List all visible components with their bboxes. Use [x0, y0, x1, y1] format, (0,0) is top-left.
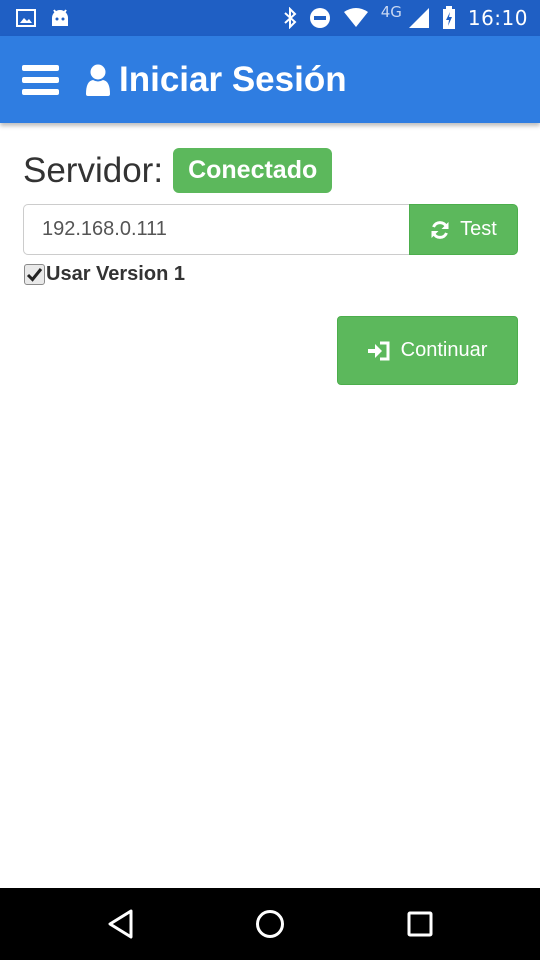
- bluetooth-icon: [283, 7, 297, 29]
- continue-button[interactable]: Continuar: [337, 316, 518, 385]
- server-label: Servidor:: [23, 150, 164, 190]
- user-icon: [85, 64, 111, 96]
- app-bar: Iniciar Sesión: [0, 36, 540, 123]
- page-title: Iniciar Sesión: [85, 60, 347, 100]
- test-button[interactable]: Test: [409, 204, 518, 255]
- wifi-icon: [343, 8, 369, 28]
- status-bar: 4G 16:10: [0, 0, 540, 36]
- home-icon[interactable]: [225, 888, 315, 960]
- battery-charging-icon: [442, 6, 456, 30]
- status-badge: Conectado: [173, 148, 333, 193]
- status-bar-right: 4G 16:10: [283, 3, 528, 30]
- checkmark-icon: [26, 268, 43, 282]
- status-bar-left: [16, 9, 70, 27]
- server-row: Servidor: Conectado: [23, 148, 333, 193]
- page-title-text: Iniciar Sesión: [119, 59, 347, 99]
- use-version-1-label[interactable]: Usar Version 1: [46, 263, 185, 286]
- cell-signal-icon: [408, 7, 430, 29]
- server-address-input[interactable]: [23, 204, 409, 255]
- network-type-label: 4G: [380, 3, 402, 21]
- navigation-bar: [0, 888, 540, 960]
- android-icon: [50, 9, 70, 27]
- server-input-group: Test: [23, 204, 518, 255]
- continue-button-label: Continuar: [400, 339, 488, 361]
- hamburger-menu-icon[interactable]: [22, 64, 59, 95]
- back-icon[interactable]: [76, 888, 166, 960]
- sign-in-icon: [367, 341, 391, 361]
- refresh-icon: [430, 220, 450, 240]
- do-not-disturb-icon: [309, 7, 331, 29]
- test-button-label: Test: [460, 218, 497, 240]
- use-version-1-checkbox[interactable]: [24, 264, 45, 285]
- use-version-1-option: Usar Version 1: [24, 263, 185, 286]
- recents-icon[interactable]: [375, 888, 465, 960]
- gallery-icon: [16, 9, 36, 27]
- clock: 16:10: [467, 6, 528, 30]
